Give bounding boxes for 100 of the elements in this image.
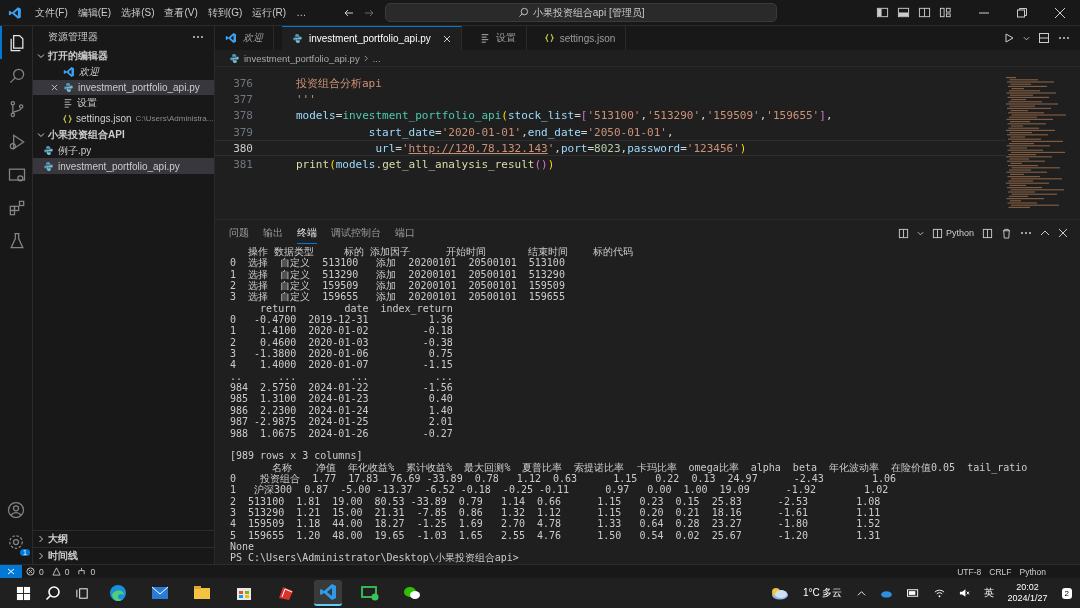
speaker-icon[interactable] [958, 588, 970, 598]
terminal-line: 操作 数据类型 标的 添加因子 开始时间 结束时间 标的代码 [247, 246, 634, 258]
panel-tab[interactable]: 终端 [297, 222, 317, 244]
warning-count[interactable]: 0 [64, 566, 70, 577]
python-file-icon [229, 52, 240, 64]
status-item[interactable]: CRLF [989, 566, 1012, 577]
menu-item[interactable]: 查看(V) [159, 5, 203, 20]
menu-item[interactable]: 编辑(E) [72, 5, 117, 20]
chevron-down-icon[interactable] [37, 52, 45, 60]
more-icon[interactable] [192, 35, 204, 39]
split-editor-icon[interactable] [1038, 32, 1050, 44]
panel-tab[interactable]: 调试控制台 [331, 222, 381, 244]
task-view-icon[interactable] [75, 585, 90, 601]
section-header[interactable]: 小果投资组合API [48, 127, 125, 142]
terminal-line: 5 159655 1.20 48.00 19.65 -1.03 1.65 2.55 4.76 1.50 0.54 0.02 25.67 -1.20 1.31 [230, 529, 882, 541]
status-item[interactable]: Python [1019, 566, 1046, 577]
antenna-icon [77, 567, 87, 576]
weather-text[interactable]: 1°C 多云 [802, 586, 843, 600]
status-item[interactable]: UTF-8 [957, 566, 982, 577]
json-braces-icon [63, 113, 72, 124]
menu-item[interactable]: 文件(F) [30, 5, 73, 20]
split-terminal-icon[interactable] [897, 227, 909, 239]
chevron-down-icon[interactable] [37, 130, 45, 139]
section-header[interactable]: 打开的编辑器 [48, 49, 108, 63]
battery-icon[interactable] [906, 589, 920, 597]
chevron-down-icon[interactable] [1023, 34, 1030, 42]
python-file-icon [292, 33, 303, 44]
file-item[interactable]: investment_portfolio_api.py [33, 79, 214, 96]
section-header[interactable]: 时间线 [48, 549, 78, 563]
line-number: 381 [232, 158, 253, 172]
input-method[interactable]: 英 [983, 586, 994, 600]
account-icon[interactable] [6, 500, 26, 520]
breadcrumb-item[interactable]: investment_portfolio_api.py [244, 52, 360, 64]
close-icon[interactable] [1058, 228, 1068, 238]
close-icon[interactable] [51, 84, 58, 92]
command-center[interactable]: 小果投资组合api [管理员] [385, 3, 778, 22]
restore-icon[interactable] [1016, 6, 1028, 19]
code-line: models=investment_portfolio_api(stock_list=['513100','513290','159509','159655'], [295, 109, 833, 123]
remote-button[interactable] [0, 565, 22, 578]
terminal-line: 4 1.4000 2020-01-07 -1.15 [230, 359, 454, 371]
chevron-up-icon[interactable] [1040, 228, 1050, 238]
panel-tab[interactable]: 问题 [229, 222, 249, 244]
menu-item[interactable]: 运行(R) [247, 5, 292, 20]
error-icon [26, 567, 35, 576]
clock-date[interactable]: 2024/1/27 [1007, 593, 1048, 604]
settings-icon[interactable] [6, 532, 26, 552]
line-number: 379 [232, 125, 253, 139]
breadcrumb-item[interactable]: ... [372, 52, 381, 64]
vscode-app-icon[interactable] [314, 580, 342, 606]
terminal-line: 3 513290 1.21 15.00 21.31 -7.85 0.86 1.32 1.12 1.15 0.20 0.21 18.16 -1.61 1.11 [230, 506, 882, 519]
layout-icon[interactable] [939, 6, 952, 19]
clock-time[interactable]: 20:02 [1016, 582, 1039, 593]
more-icon[interactable] [1058, 36, 1070, 40]
chevron-up-icon[interactable] [856, 588, 866, 598]
editor-tab[interactable]: investment_portfolio_api.py [282, 26, 462, 50]
line-number: 377 [232, 92, 253, 106]
error-count[interactable]: 0 [39, 566, 44, 577]
code-line: ''' [295, 92, 316, 106]
terminal-line: 0 选择 自定义 513100 添加 20200101 20500101 513100 [230, 257, 565, 269]
menu-item[interactable]: … [291, 7, 312, 18]
terminal-name[interactable]: Python [945, 228, 974, 238]
file-item[interactable]: settings.json C:\Users\Administra... [33, 111, 214, 127]
trash-icon[interactable] [1001, 227, 1012, 239]
wifi-icon[interactable] [933, 588, 945, 598]
section-header[interactable]: 大纲 [48, 532, 68, 546]
settings-lines-icon [479, 33, 490, 43]
menu-item[interactable]: 选择(S) [116, 5, 160, 20]
file-item[interactable]: 例子.py [33, 142, 214, 159]
terminal-line: 0 投资组合 1.77 17.83 76.69 -33.89 0.78 1.12 0.63 1.15 0.22 0.13 24.97 -2.43 1.06 [230, 472, 898, 485]
chevron-right-icon[interactable] [37, 552, 45, 560]
terminal-line: 3 选择 自定义 159655 添加 20200101 20500101 159655 [230, 291, 566, 303]
vscode-logo-icon [225, 32, 237, 44]
run-icon[interactable] [1003, 32, 1015, 44]
panel-toggle-icon[interactable] [897, 6, 910, 19]
chevron-down-icon[interactable] [916, 229, 924, 237]
search-icon[interactable] [45, 585, 61, 601]
more-icon[interactable] [1020, 231, 1032, 235]
split-layout-icon[interactable] [918, 6, 931, 19]
panel-tab[interactable]: 输出 [263, 222, 283, 244]
cloud-sync-icon[interactable] [879, 588, 893, 598]
panel-tab[interactable]: 端口 [395, 222, 415, 244]
terminal-line: 984 2.5750 2024-01-22 -1.56 [230, 382, 454, 394]
sidebar-title: 资源管理器 [48, 30, 98, 44]
terminal-line: 986 2.2300 2024-01-24 1.40 [230, 404, 454, 417]
file-item[interactable]: investment_portfolio_api.py [33, 158, 214, 175]
close-icon[interactable] [442, 34, 451, 43]
close-icon[interactable] [1054, 6, 1066, 19]
file-item[interactable]: 欢迎 [33, 64, 214, 80]
split-terminal-icon[interactable] [982, 227, 993, 239]
menu-item[interactable]: 转到(G) [202, 5, 248, 20]
terminal-line: PS C:\Users\Administrator\Desktop\小果投资组合api> [230, 552, 520, 564]
python-file-icon [43, 145, 54, 157]
start-icon[interactable] [16, 585, 31, 601]
notification-badge[interactable]: 2 [1061, 587, 1072, 599]
vscode-logo-icon [8, 5, 22, 20]
chevron-right-icon[interactable] [37, 535, 45, 543]
sidebar-toggle-icon[interactable] [876, 6, 889, 19]
file-item[interactable]: 设置 [33, 95, 214, 112]
ports-count[interactable]: 0 [90, 566, 96, 577]
terminal-icon[interactable] [931, 227, 943, 239]
